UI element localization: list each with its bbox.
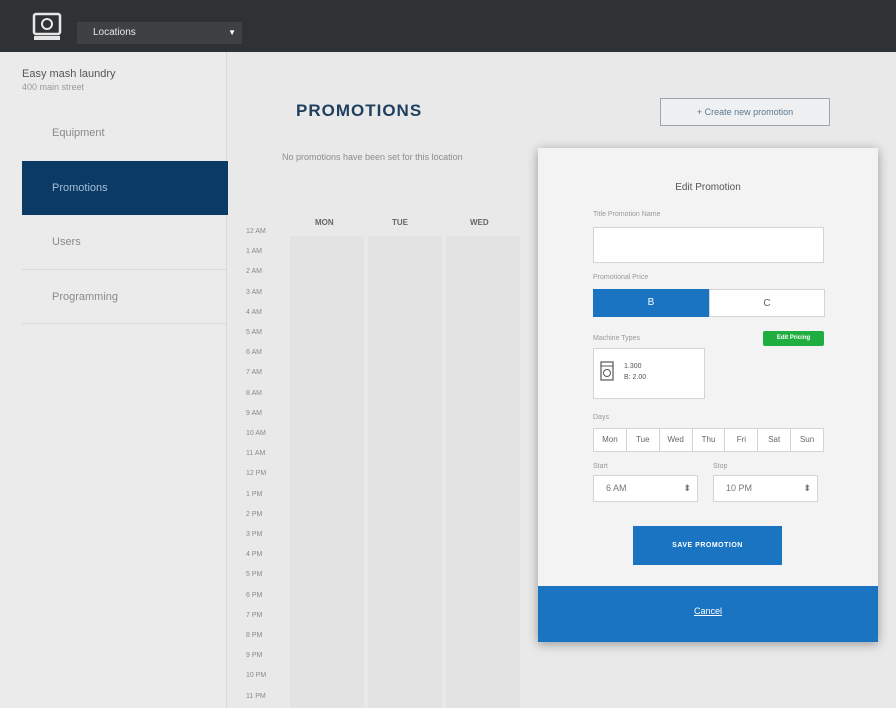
location-select[interactable]: Locations ▼	[77, 22, 242, 44]
cancel-bar: Cancel	[538, 586, 878, 642]
time-label: 6 AM	[246, 349, 262, 357]
sidebar: Easy mash laundry 400 main street Equipm…	[0, 52, 236, 708]
time-label: 10 AM	[246, 430, 266, 437]
time-label: 5 PM	[246, 571, 263, 579]
machine-line-1: 1.300	[624, 363, 642, 370]
calendar-column[interactable]	[290, 236, 364, 708]
day-sun[interactable]: Sun	[791, 428, 825, 452]
day-wed[interactable]: Wed	[659, 428, 693, 452]
stop-time-value: 10 PM	[726, 483, 753, 493]
time-label: 11 PM	[246, 692, 266, 700]
brand-logo-icon[interactable]	[32, 12, 62, 42]
washer-icon	[600, 361, 614, 381]
time-label: 5 AM	[246, 329, 262, 336]
day-mon[interactable]: Mon	[593, 428, 627, 452]
stop-time-select[interactable]: 10 PM ⬍	[713, 475, 818, 502]
sidebar-item-equipment[interactable]: Equipment	[22, 106, 226, 160]
time-label: 6 PM	[246, 591, 263, 599]
sidebar-item-label: Programming	[52, 291, 119, 303]
time-label: 9 AM	[246, 409, 262, 417]
day-sat[interactable]: Sat	[758, 428, 792, 452]
edit-pricing-button[interactable]: Edit Pricing	[763, 331, 824, 346]
start-label: Start	[593, 463, 608, 470]
cancel-button[interactable]: Cancel	[538, 606, 878, 616]
start-time-value: 6 AM	[606, 483, 627, 493]
time-label: 12 PM	[246, 470, 267, 478]
sidebar-item-users[interactable]: Users	[22, 215, 226, 269]
sidebar-item-label: Users	[52, 236, 81, 248]
calendar-column[interactable]	[368, 236, 442, 708]
time-label: 1 PM	[246, 490, 263, 498]
empty-notice: No promotions have been set for this loc…	[282, 152, 463, 162]
time-label: 4 AM	[246, 308, 262, 316]
promotion-type-label: Promotional Price	[593, 274, 649, 281]
stepper-icon: ⬍	[803, 483, 811, 493]
time-label: 11 AM	[246, 450, 266, 458]
edit-promotion-modal: Edit Promotion Title Promotion Name Prom…	[538, 148, 878, 642]
sidebar-item-label: Promotions	[52, 182, 108, 194]
day-thu[interactable]: Thu	[692, 428, 726, 452]
start-time-select[interactable]: 6 AM ⬍	[593, 475, 698, 502]
top-bar: Locations ▼	[0, 0, 896, 52]
stop-label: Stop	[713, 463, 728, 470]
type-option-c[interactable]: C	[709, 289, 825, 317]
location-select-label: Locations	[93, 27, 136, 38]
time-label: 3 PM	[246, 531, 263, 538]
day-tue[interactable]: Tue	[626, 428, 660, 452]
time-label: 8 PM	[246, 632, 263, 639]
type-option-b[interactable]: B	[593, 289, 709, 317]
time-label: 12 AM	[246, 228, 266, 235]
divider	[22, 323, 226, 324]
time-label: 1 AM	[246, 248, 262, 256]
machine-line-2: B: 2.00	[624, 374, 647, 381]
time-label: 7 AM	[246, 369, 262, 377]
time-label: 4 PM	[246, 551, 263, 559]
active-indicator	[228, 180, 236, 196]
name-label: Title Promotion Name	[593, 211, 661, 218]
calendar-day-header: MON	[315, 218, 334, 227]
promotion-name-input[interactable]	[593, 227, 824, 263]
machine-type-card[interactable]: 1.300 B: 2.00	[593, 348, 705, 399]
calendar-column[interactable]	[446, 236, 520, 708]
save-promotion-button[interactable]: SAVE PROMOTION	[633, 526, 782, 565]
modal-title: Edit Promotion	[675, 182, 741, 193]
stepper-icon: ⬍	[683, 483, 691, 493]
business-name: Easy mash laundry	[22, 68, 116, 80]
time-label: 9 PM	[246, 652, 263, 660]
chevron-down-icon: ▼	[228, 28, 236, 37]
time-label: 3 AM	[246, 288, 262, 296]
sidebar-item-promotions[interactable]: Promotions	[22, 161, 236, 215]
days-selector: Mon Tue Wed Thu Fri Sat Sun	[593, 428, 825, 452]
day-fri[interactable]: Fri	[725, 428, 759, 452]
time-label: 10 PM	[246, 672, 267, 680]
sidebar-item-label: Equipment	[52, 127, 105, 139]
time-label: 7 PM	[246, 611, 263, 619]
time-label: 2 AM	[246, 268, 262, 276]
page-title: PROMOTIONS	[296, 101, 423, 120]
days-label: Days	[593, 414, 609, 421]
calendar-day-header: WED	[470, 218, 489, 227]
create-promotion-button[interactable]: + Create new promotion	[660, 98, 830, 126]
machine-types-label: Machine Types	[593, 335, 640, 342]
calendar-day-header: TUE	[392, 218, 408, 227]
time-label: 8 AM	[246, 389, 262, 397]
business-address: 400 main street	[22, 82, 85, 92]
time-label: 2 PM	[246, 510, 263, 518]
sidebar-item-programming[interactable]: Programming	[22, 269, 226, 323]
